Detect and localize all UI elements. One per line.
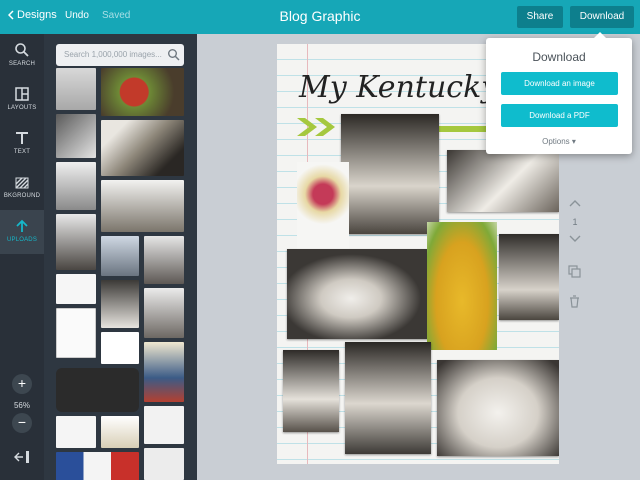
upload-thumbnail[interactable]: [144, 448, 184, 480]
pineapple-illustration[interactable]: [427, 222, 497, 350]
teacups-photo[interactable]: [437, 360, 559, 456]
download-button[interactable]: Download: [570, 6, 634, 28]
chevron-down-icon[interactable]: [569, 235, 581, 243]
cups-photo[interactable]: [283, 350, 339, 432]
download-popover: Download Download an image Download a PD…: [486, 32, 632, 154]
search-placeholder: Search 1,000,000 images...: [64, 50, 162, 59]
sidebar-item-uploads[interactable]: UPLOADS: [0, 210, 44, 254]
upload-thumbnail[interactable]: [56, 68, 96, 110]
collapse-panel-icon[interactable]: [14, 450, 30, 464]
popover-title: Download: [532, 50, 586, 64]
upload-thumbnail[interactable]: [56, 416, 96, 448]
back-to-designs-link[interactable]: Designs: [8, 9, 57, 21]
chevron-up-icon[interactable]: [569, 199, 581, 207]
upload-thumbnail[interactable]: [144, 236, 184, 284]
sidebar-item-text[interactable]: TEXT: [0, 122, 44, 166]
duplicate-page-icon[interactable]: [568, 265, 581, 278]
sidebar-item-label: SEARCH: [8, 61, 36, 67]
layouts-icon: [15, 87, 29, 101]
orchid-illustration[interactable]: [297, 162, 349, 254]
upload-thumbnail[interactable]: [56, 214, 96, 270]
sidebar-item-layouts[interactable]: LAYOUTS: [0, 78, 44, 122]
upload-thumbnail[interactable]: [101, 236, 139, 276]
upload-thumbnail[interactable]: [56, 452, 139, 480]
trash-icon[interactable]: [569, 295, 580, 308]
teapot-photo[interactable]: [499, 234, 559, 320]
popover-arrow: [594, 32, 606, 38]
sidebar-item-background[interactable]: BKGROUND: [0, 166, 44, 210]
saved-status: Saved: [102, 10, 131, 21]
dishes-photo[interactable]: [447, 150, 559, 212]
candle-tureen-photo[interactable]: [345, 342, 431, 454]
left-rail: SEARCH LAYOUTS TEXT BKGROUND UPLOADS + 5…: [0, 34, 44, 480]
uploads-panel: Search 1,000,000 images...: [44, 34, 197, 480]
background-icon: [15, 177, 29, 189]
text-icon: [16, 132, 28, 144]
upload-thumbnail[interactable]: [101, 332, 139, 364]
upload-thumbnail[interactable]: [101, 280, 139, 328]
zoom-out-button[interactable]: −: [12, 413, 32, 433]
sidebar-item-label: TEXT: [13, 149, 31, 155]
search-input[interactable]: Search 1,000,000 images...: [56, 44, 184, 66]
sidebar-item-label: UPLOADS: [6, 237, 38, 243]
download-pdf-button[interactable]: Download a PDF: [501, 104, 618, 127]
upload-thumbnail[interactable]: [101, 68, 184, 116]
upload-icon: [16, 219, 28, 232]
tureen-photo[interactable]: [287, 249, 429, 339]
chevron-left-icon: [8, 10, 14, 20]
search-icon: [168, 49, 180, 61]
sidebar-item-label: BKGROUND: [3, 193, 41, 199]
share-button[interactable]: Share: [517, 6, 563, 28]
upload-thumbnail[interactable]: [144, 288, 184, 338]
upload-thumbnail[interactable]: [56, 274, 96, 304]
upload-thumbnail[interactable]: [101, 120, 184, 176]
search-icon: [15, 43, 29, 57]
upload-thumbnail[interactable]: [144, 406, 184, 444]
upload-thumbnail[interactable]: [101, 416, 139, 448]
download-image-button[interactable]: Download an image: [501, 72, 618, 95]
upload-thumbnail[interactable]: [144, 342, 184, 402]
sidebar-item-label: LAYOUTS: [7, 105, 37, 111]
page-number: 1: [572, 217, 578, 227]
sidebar-item-search[interactable]: SEARCH: [0, 34, 44, 78]
candlesticks-photo[interactable]: [341, 114, 439, 234]
upload-thumbnail[interactable]: [56, 368, 139, 412]
zoom-in-button[interactable]: +: [12, 374, 32, 394]
upload-thumbnail[interactable]: [101, 180, 184, 232]
options-dropdown[interactable]: Options ▾: [486, 137, 632, 146]
top-bar: Designs Undo Saved Blog Graphic Share Do…: [0, 0, 640, 34]
upload-thumbnail[interactable]: [56, 308, 96, 358]
upload-thumbnail[interactable]: [56, 162, 96, 210]
zoom-level: 56%: [13, 401, 30, 410]
undo-button[interactable]: Undo: [65, 10, 89, 21]
back-label: Designs: [17, 9, 57, 21]
upload-thumbnail[interactable]: [56, 114, 96, 158]
